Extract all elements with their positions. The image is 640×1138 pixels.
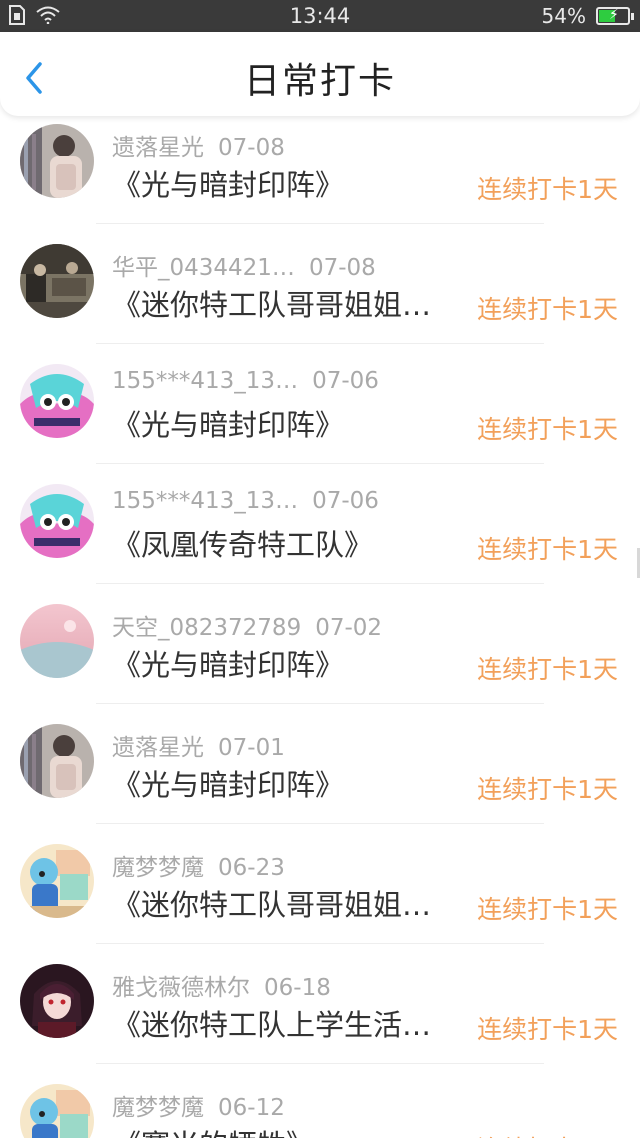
book-title[interactable]: 《凤凰传奇特工队》: [112, 522, 373, 564]
charging-icon: ⚡: [609, 7, 619, 23]
item-meta: 遗落星光 07-08: [112, 128, 285, 162]
checkin-date: 06-18: [264, 975, 331, 1001]
checkin-list-item[interactable]: 155***413_13… 07-06 《凤凰传奇特工队》 连续打卡1天: [0, 464, 640, 584]
avatar[interactable]: [20, 364, 94, 438]
avatar[interactable]: [20, 604, 94, 678]
book-title[interactable]: 《赛米的牺牲》: [112, 1122, 315, 1138]
checkin-date: 07-06: [312, 488, 379, 514]
book-title[interactable]: 《迷你特工队哥哥姐姐…: [112, 282, 431, 324]
username[interactable]: 魔梦梦魔: [112, 855, 204, 881]
username[interactable]: 魔梦梦魔: [112, 1095, 204, 1121]
checkin-list-item[interactable]: 魔梦梦魔 06-23 《迷你特工队哥哥姐姐… 连续打卡1天: [0, 824, 640, 944]
checkin-date: 07-08: [218, 135, 285, 161]
avatar[interactable]: [20, 484, 94, 558]
streak-label: 连续打卡1天: [477, 1130, 618, 1138]
streak-label: 连续打卡1天: [477, 535, 618, 564]
username[interactable]: 遗落星光: [112, 735, 204, 761]
streak-label: 连续打卡1天: [477, 655, 618, 684]
book-title[interactable]: 《迷你特工队上学生活…: [112, 1002, 431, 1044]
avatar[interactable]: [20, 724, 94, 798]
battery-percent: 54%: [541, 4, 586, 28]
battery-icon: ⚡: [596, 7, 634, 25]
book-title[interactable]: 《光与暗封印阵》: [112, 762, 344, 804]
item-meta: 155***413_13… 07-06: [112, 368, 379, 394]
checkin-list-item[interactable]: 天空_082372789 07-02 《光与暗封印阵》 连续打卡1天: [0, 584, 640, 704]
avatar[interactable]: [20, 1084, 94, 1138]
checkin-date: 07-02: [315, 615, 383, 641]
checkin-list-item[interactable]: 雅戈薇德林尔 06-18 《迷你特工队上学生活… 连续打卡1天: [0, 944, 640, 1064]
username[interactable]: 遗落星光: [112, 135, 204, 161]
item-meta: 魔梦梦魔 06-23: [112, 848, 285, 882]
checkin-date: 07-08: [308, 255, 376, 281]
avatar[interactable]: [20, 124, 94, 198]
app-header: 日常打卡: [0, 32, 640, 116]
checkin-list: 遗落星光 07-08 《光与暗封印阵》 连续打卡1天 华平_0434421… 07-08…: [0, 104, 640, 1138]
username[interactable]: 华平_0434421…: [112, 255, 295, 281]
username[interactable]: 155***413_13…: [112, 368, 298, 394]
streak-label: 连续打卡1天: [477, 895, 618, 924]
streak-label: 连续打卡1天: [477, 295, 618, 324]
book-title[interactable]: 《光与暗封印阵》: [112, 162, 344, 204]
streak-label: 连续打卡1天: [477, 175, 618, 204]
streak-label: 连续打卡1天: [477, 1015, 618, 1044]
username[interactable]: 天空_082372789: [112, 615, 301, 641]
streak-label: 连续打卡1天: [477, 775, 618, 804]
checkin-date: 06-23: [218, 855, 285, 881]
username[interactable]: 雅戈薇德林尔: [112, 975, 250, 1001]
checkin-date: 06-12: [218, 1095, 285, 1121]
status-bar: 13:44 54% ⚡: [0, 0, 640, 32]
checkin-list-item[interactable]: 魔梦梦魔 06-12《赛米的牺牲》连续打卡1天: [0, 1064, 640, 1138]
item-meta: 魔梦梦魔 06-12: [112, 1088, 285, 1122]
item-meta: 天空_082372789 07-02: [112, 608, 382, 642]
status-icons-right: 54% ⚡: [541, 4, 634, 28]
checkin-list-item[interactable]: 遗落星光 07-08 《光与暗封印阵》 连续打卡1天: [0, 104, 640, 224]
checkin-list-item[interactable]: 155***413_13… 07-06 《光与暗封印阵》 连续打卡1天: [0, 344, 640, 464]
avatar[interactable]: [20, 964, 94, 1038]
page-title: 日常打卡: [243, 61, 396, 102]
checkin-date: 07-01: [218, 735, 285, 761]
item-meta: 华平_0434421… 07-08: [112, 248, 376, 282]
book-title[interactable]: 《迷你特工队哥哥姐姐…: [112, 882, 431, 924]
book-title[interactable]: 《光与暗封印阵》: [112, 402, 344, 444]
avatar[interactable]: [20, 244, 94, 318]
item-meta: 遗落星光 07-01: [112, 728, 285, 762]
streak-label: 连续打卡1天: [477, 415, 618, 444]
avatar[interactable]: [20, 844, 94, 918]
checkin-date: 07-06: [312, 368, 379, 394]
book-title[interactable]: 《光与暗封印阵》: [112, 642, 344, 684]
item-meta: 雅戈薇德林尔 06-18: [112, 968, 331, 1002]
checkin-list-item[interactable]: 华平_0434421… 07-08 《迷你特工队哥哥姐姐… 连续打卡1天: [0, 224, 640, 344]
checkin-list-item[interactable]: 遗落星光 07-01 《光与暗封印阵》 连续打卡1天: [0, 704, 640, 824]
username[interactable]: 155***413_13…: [112, 488, 298, 514]
item-meta: 155***413_13… 07-06: [112, 488, 379, 514]
